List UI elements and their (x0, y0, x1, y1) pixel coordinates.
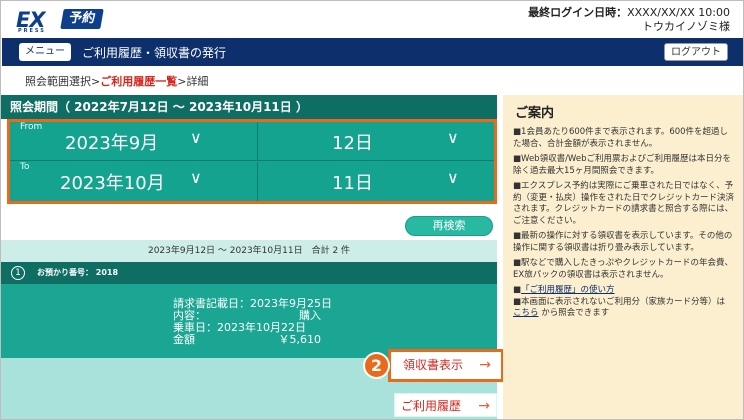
period-heading: 照会期間（ 2022年7月12日 〜 2023年10月11日 ） (1, 95, 497, 119)
ex-yoyaku-logo[interactable]: EX 予約 PRESS (16, 8, 104, 34)
guide-family-text: ■本画面に表示されないご利用分（家族カード分等）は (513, 296, 726, 307)
from-month-select[interactable]: 2023年9月 ∨ (10, 122, 258, 161)
research-button[interactable]: 再検索 (405, 216, 493, 236)
family-card-link[interactable]: こちら (513, 308, 539, 318)
guide-title: ご案内 (515, 106, 555, 121)
guide-item: ■Web領収書/Webご利用票およびご利用履歴は本日分を除く過去最大15ヶ月間照… (513, 154, 731, 176)
to-row: To 2023年10月 ∨ 11日 ∨ (10, 162, 494, 201)
page-title: ご利用履歴・領収書の発行 (82, 46, 227, 60)
guide-family-suffix: から照会できます (538, 308, 610, 318)
step-callout-badge: 2 (363, 352, 390, 379)
to-day-value: 11日 (332, 173, 373, 194)
usage-history-button[interactable]: ご利用履歴 → (394, 393, 497, 417)
order-index: 1 (11, 266, 25, 280)
arrow-right-icon: → (479, 357, 491, 373)
nav-bar: メニュー ご利用履歴・領収書の発行 ログアウト (2, 38, 743, 66)
chevron-down-icon: ∨ (447, 168, 459, 187)
user-name: トウカイノゾミ様 (642, 20, 730, 33)
receipt-display-button[interactable]: 領収書表示 → (388, 349, 504, 382)
from-month-value: 2023年9月 (65, 133, 159, 154)
how-to-use-history-link[interactable]: 「ご利用履歴」の使い方 (521, 285, 615, 295)
menu-button[interactable]: メニュー (19, 43, 71, 61)
from-row: From 2023年9月 ∨ 12日 ∨ (10, 122, 494, 161)
order-detail-list: 請求書記載日：2023年9月25日 内容： 購入 乗車日：2023年10月22日 … (173, 298, 332, 346)
order-number: お預かり番号： 2018 (37, 268, 119, 277)
logout-button[interactable]: ログアウト (664, 43, 728, 61)
breadcrumb: 照会範囲選択>ご利用履歴一覧>詳細 (25, 73, 208, 89)
top-bar: EX 予約 PRESS 最終ログイン日時：XXXX/XX/XX 10:00 トウ… (2, 2, 743, 38)
guide-item-link-row: ■「ご利用履歴」の使い方 (513, 285, 735, 297)
breadcrumb-detail: 詳細 (186, 75, 209, 88)
to-month-select[interactable]: 2023年10月 ∨ (10, 162, 258, 201)
guide-item: ■駅などで購入したきっぷやクレジットカードの年会費、EX旅パックの領収書は表示さ… (513, 258, 734, 280)
guide-item-family-card: ■本画面に表示されないご利用分（家族カード分等）は こちら から照会できます (513, 297, 735, 320)
guide-panel: ご案内 ■1会員あたり600件まで表示されます。600件を超過した場合、合計金額… (503, 95, 743, 419)
date-range-selector: From 2023年9月 ∨ 12日 ∨ To 2023年10月 ∨ 11日 ∨ (7, 119, 497, 204)
from-day-value: 12日 (332, 133, 373, 154)
guide-item: ■最新の操作に対する領収書を表示しています。その他の操作に関する領収書は折り畳み… (513, 231, 733, 253)
logo-yoyaku: 予約 (60, 9, 104, 29)
receipt-display-label: 領収書表示 (403, 358, 464, 372)
order-header: 1 お預かり番号： 2018 (1, 262, 497, 284)
login-info: 最終ログイン日時：XXXX/XX/XX 10:00 トウカイノゾミ様 (528, 6, 730, 34)
chevron-down-icon: ∨ (447, 128, 459, 147)
breadcrumb-history-list[interactable]: ご利用履歴一覧 (100, 75, 177, 88)
from-day-select[interactable]: 12日 ∨ (259, 122, 494, 161)
amount-label: 金額 (173, 333, 195, 346)
app-window: EX 予約 PRESS 最終ログイン日時：XXXX/XX/XX 10:00 トウ… (0, 0, 744, 420)
last-login-value: XXXX/XX/XX 10:00 (627, 6, 730, 19)
guide-bullet: ■ (513, 285, 522, 295)
amount-value: ￥5,610 (278, 333, 322, 346)
usage-history-label: ご利用履歴 (401, 399, 462, 413)
guide-item: ■1会員あたり600件まで表示されます。600件を超過した場合、合計金額が表示さ… (513, 127, 729, 149)
chevron-down-icon: ∨ (190, 168, 202, 187)
breadcrumb-separator: > (91, 75, 101, 88)
breadcrumb-range-select[interactable]: 照会範囲選択 (25, 75, 91, 88)
guide-list: ■1会員あたり600件まで表示されます。600件を超過した場合、合計金額が表示さ… (513, 127, 735, 324)
result-summary: 2023年9月12日 〜 2023年10月11日 合計 2 件 (1, 240, 497, 262)
main-panel: 照会期間（ 2022年7月12日 〜 2023年10月11日 ） From 20… (1, 95, 504, 419)
order-detail: 請求書記載日：2023年9月25日 内容： 購入 乗車日：2023年10月22日 … (1, 284, 497, 358)
to-month-value: 2023年10月 (60, 173, 165, 194)
guide-item: ■エクスプレス予約は実際にご乗車された日ではなく、予約（変更・払戻）操作をされた… (513, 181, 735, 226)
last-login-label: 最終ログイン日時： (528, 6, 628, 19)
chevron-down-icon: ∨ (190, 128, 202, 147)
logo-press: PRESS (18, 28, 46, 34)
amount-row: 金額 ￥5,610 (173, 334, 332, 346)
arrow-right-icon: → (478, 398, 490, 414)
to-day-select[interactable]: 11日 ∨ (259, 162, 494, 201)
